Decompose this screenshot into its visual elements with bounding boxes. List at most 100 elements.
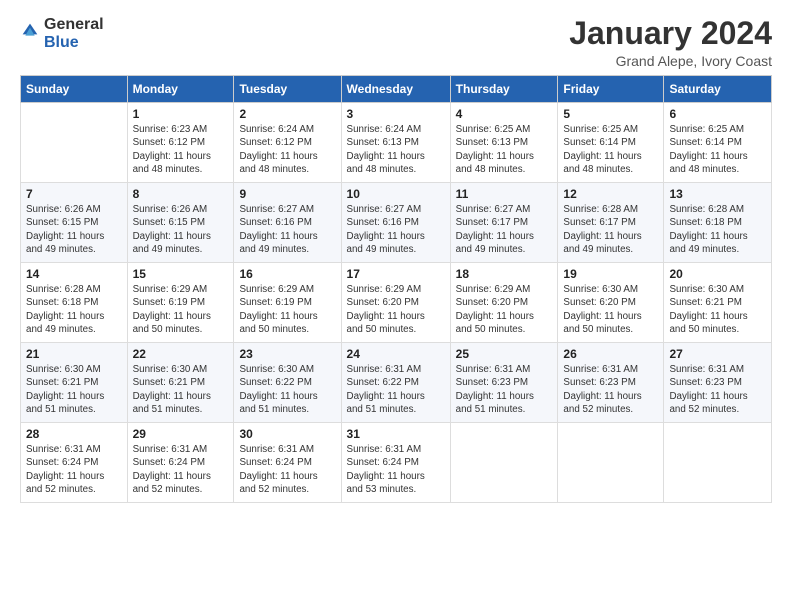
calendar-cell <box>558 423 664 503</box>
calendar-cell: 10 Sunrise: 6:27 AM Sunset: 6:16 PM Dayli… <box>341 183 450 263</box>
day-info: Sunrise: 6:30 AM Sunset: 6:21 PM Dayligh… <box>133 364 211 415</box>
calendar-cell: 24 Sunrise: 6:31 AM Sunset: 6:22 PM Dayli… <box>341 343 450 423</box>
calendar-cell <box>450 423 558 503</box>
day-number: 7 <box>26 187 122 201</box>
day-number: 22 <box>133 347 229 361</box>
day-info: Sunrise: 6:30 AM Sunset: 6:20 PM Dayligh… <box>563 284 641 335</box>
day-info: Sunrise: 6:29 AM Sunset: 6:20 PM Dayligh… <box>347 284 425 335</box>
day-info: Sunrise: 6:31 AM Sunset: 6:23 PM Dayligh… <box>669 364 747 415</box>
day-info: Sunrise: 6:26 AM Sunset: 6:15 PM Dayligh… <box>26 204 104 255</box>
calendar-cell: 31Sunrise: 6:31 AM Sunset: 6:24 PM Dayli… <box>341 423 450 503</box>
day-of-week-header: Sunday <box>21 76 128 103</box>
calendar-cell: 4 Sunrise: 6:25 AM Sunset: 6:13 PM Daylig… <box>450 103 558 183</box>
day-info: Sunrise: 6:31 AM Sunset: 6:23 PM Dayligh… <box>563 364 641 415</box>
day-of-week-header: Monday <box>127 76 234 103</box>
calendar-cell: 23Sunrise: 6:30 AM Sunset: 6:22 PM Dayli… <box>234 343 341 423</box>
day-number: 11 <box>456 187 553 201</box>
day-info: Sunrise: 6:31 AM Sunset: 6:24 PM Dayligh… <box>133 444 211 495</box>
day-info: Sunrise: 6:25 AM Sunset: 6:13 PM Dayligh… <box>456 124 534 175</box>
day-number: 19 <box>563 267 658 281</box>
logo-icon <box>20 21 40 41</box>
day-info: Sunrise: 6:28 AM Sunset: 6:18 PM Dayligh… <box>669 204 747 255</box>
logo: General Blue <box>20 16 104 51</box>
day-info: Sunrise: 6:25 AM Sunset: 6:14 PM Dayligh… <box>563 124 641 175</box>
day-of-week-header: Saturday <box>664 76 772 103</box>
calendar-cell: 20 Sunrise: 6:30 AM Sunset: 6:21 PM Dayli… <box>664 263 772 343</box>
calendar-cell: 14 Sunrise: 6:28 AM Sunset: 6:18 PM Dayli… <box>21 263 128 343</box>
calendar-cell: 8 Sunrise: 6:26 AM Sunset: 6:15 PM Daylig… <box>127 183 234 263</box>
day-number: 10 <box>347 187 445 201</box>
day-info: Sunrise: 6:30 AM Sunset: 6:21 PM Dayligh… <box>669 284 747 335</box>
calendar-cell: 3Sunrise: 6:24 AM Sunset: 6:13 PM Daylig… <box>341 103 450 183</box>
day-of-week-header: Friday <box>558 76 664 103</box>
header: General Blue January 2024 Grand Alepe, I… <box>20 16 772 69</box>
calendar-cell: 2 Sunrise: 6:24 AM Sunset: 6:12 PM Daylig… <box>234 103 341 183</box>
day-number: 12 <box>563 187 658 201</box>
calendar-table: SundayMondayTuesdayWednesdayThursdayFrid… <box>20 75 772 503</box>
day-info: Sunrise: 6:30 AM Sunset: 6:22 PM Dayligh… <box>239 364 317 415</box>
calendar-cell: 19 Sunrise: 6:30 AM Sunset: 6:20 PM Dayli… <box>558 263 664 343</box>
calendar-cell: 22 Sunrise: 6:30 AM Sunset: 6:21 PM Dayli… <box>127 343 234 423</box>
day-number: 4 <box>456 107 553 121</box>
day-info: Sunrise: 6:28 AM Sunset: 6:18 PM Dayligh… <box>26 284 104 335</box>
logo-text-general: General <box>44 16 104 34</box>
calendar-cell: 17 Sunrise: 6:29 AM Sunset: 6:20 PM Dayli… <box>341 263 450 343</box>
day-number: 15 <box>133 267 229 281</box>
calendar-cell: 28 Sunrise: 6:31 AM Sunset: 6:24 PM Dayli… <box>21 423 128 503</box>
day-number: 2 <box>239 107 335 121</box>
day-number: 28 <box>26 427 122 441</box>
calendar-cell: 27Sunrise: 6:31 AM Sunset: 6:23 PM Dayli… <box>664 343 772 423</box>
logo-text-blue: Blue <box>44 34 104 52</box>
day-info: Sunrise: 6:31 AM Sunset: 6:24 PM Dayligh… <box>239 444 317 495</box>
day-number: 8 <box>133 187 229 201</box>
day-number: 24 <box>347 347 445 361</box>
calendar-week-row: 7 Sunrise: 6:26 AM Sunset: 6:15 PM Daylig… <box>21 183 772 263</box>
day-number: 14 <box>26 267 122 281</box>
day-info: Sunrise: 6:26 AM Sunset: 6:15 PM Dayligh… <box>133 204 211 255</box>
calendar-cell: 26 Sunrise: 6:31 AM Sunset: 6:23 PM Dayli… <box>558 343 664 423</box>
day-number: 9 <box>239 187 335 201</box>
day-number: 13 <box>669 187 766 201</box>
day-info: Sunrise: 6:27 AM Sunset: 6:17 PM Dayligh… <box>456 204 534 255</box>
day-info: Sunrise: 6:27 AM Sunset: 6:16 PM Dayligh… <box>347 204 425 255</box>
calendar-cell: 1 Sunrise: 6:23 AM Sunset: 6:12 PM Daylig… <box>127 103 234 183</box>
day-info: Sunrise: 6:31 AM Sunset: 6:23 PM Dayligh… <box>456 364 534 415</box>
day-of-week-header: Thursday <box>450 76 558 103</box>
day-number: 6 <box>669 107 766 121</box>
day-number: 20 <box>669 267 766 281</box>
subtitle: Grand Alepe, Ivory Coast <box>569 53 772 69</box>
calendar-cell: 7 Sunrise: 6:26 AM Sunset: 6:15 PM Daylig… <box>21 183 128 263</box>
main-title: January 2024 <box>569 16 772 51</box>
calendar-cell: 9 Sunrise: 6:27 AM Sunset: 6:16 PM Daylig… <box>234 183 341 263</box>
day-number: 5 <box>563 107 658 121</box>
calendar-cell: 5 Sunrise: 6:25 AM Sunset: 6:14 PM Daylig… <box>558 103 664 183</box>
day-info: Sunrise: 6:23 AM Sunset: 6:12 PM Dayligh… <box>133 124 211 175</box>
calendar-cell <box>21 103 128 183</box>
calendar-week-row: 21Sunrise: 6:30 AM Sunset: 6:21 PM Dayli… <box>21 343 772 423</box>
calendar-cell: 18 Sunrise: 6:29 AM Sunset: 6:20 PM Dayli… <box>450 263 558 343</box>
day-info: Sunrise: 6:31 AM Sunset: 6:24 PM Dayligh… <box>26 444 104 495</box>
day-info: Sunrise: 6:31 AM Sunset: 6:24 PM Dayligh… <box>347 444 425 495</box>
day-number: 18 <box>456 267 553 281</box>
calendar-week-row: 28 Sunrise: 6:31 AM Sunset: 6:24 PM Dayli… <box>21 423 772 503</box>
day-number: 26 <box>563 347 658 361</box>
calendar-cell: 12Sunrise: 6:28 AM Sunset: 6:17 PM Dayli… <box>558 183 664 263</box>
day-number: 25 <box>456 347 553 361</box>
calendar-cell: 25 Sunrise: 6:31 AM Sunset: 6:23 PM Dayli… <box>450 343 558 423</box>
day-number: 1 <box>133 107 229 121</box>
day-info: Sunrise: 6:27 AM Sunset: 6:16 PM Dayligh… <box>239 204 317 255</box>
day-info: Sunrise: 6:29 AM Sunset: 6:20 PM Dayligh… <box>456 284 534 335</box>
day-info: Sunrise: 6:31 AM Sunset: 6:22 PM Dayligh… <box>347 364 425 415</box>
day-number: 29 <box>133 427 229 441</box>
day-of-week-header: Wednesday <box>341 76 450 103</box>
calendar-cell: 16Sunrise: 6:29 AM Sunset: 6:19 PM Dayli… <box>234 263 341 343</box>
day-info: Sunrise: 6:29 AM Sunset: 6:19 PM Dayligh… <box>239 284 317 335</box>
calendar-week-row: 1 Sunrise: 6:23 AM Sunset: 6:12 PM Daylig… <box>21 103 772 183</box>
calendar-cell: 15Sunrise: 6:29 AM Sunset: 6:19 PM Dayli… <box>127 263 234 343</box>
day-number: 30 <box>239 427 335 441</box>
day-info: Sunrise: 6:30 AM Sunset: 6:21 PM Dayligh… <box>26 364 104 415</box>
day-info: Sunrise: 6:24 AM Sunset: 6:12 PM Dayligh… <box>239 124 317 175</box>
day-number: 17 <box>347 267 445 281</box>
calendar-cell: 13 Sunrise: 6:28 AM Sunset: 6:18 PM Dayli… <box>664 183 772 263</box>
day-info: Sunrise: 6:25 AM Sunset: 6:14 PM Dayligh… <box>669 124 747 175</box>
